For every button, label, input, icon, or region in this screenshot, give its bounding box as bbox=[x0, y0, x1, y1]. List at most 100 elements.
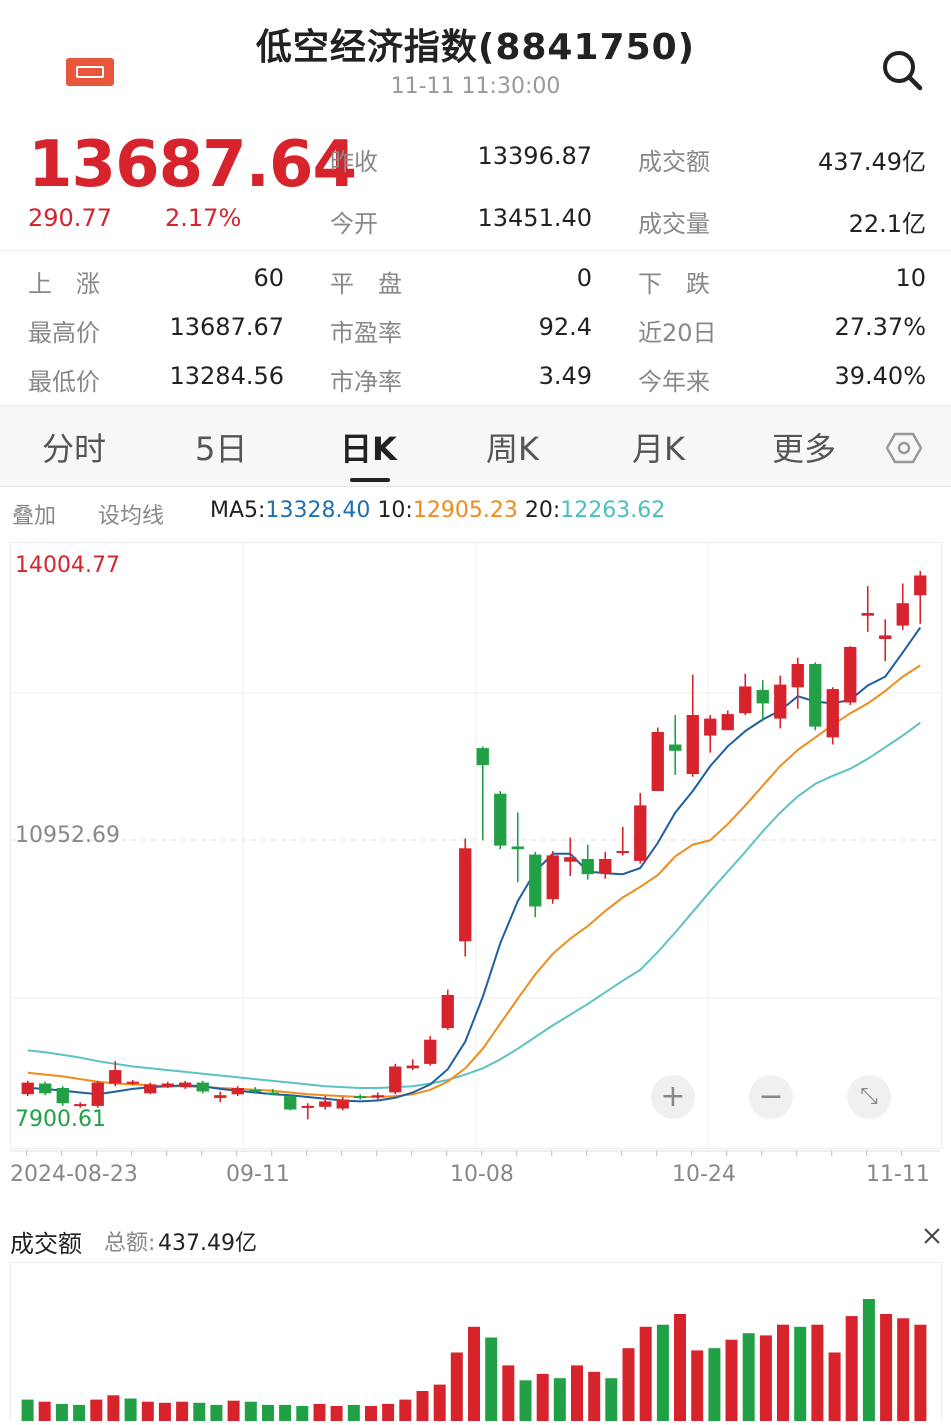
volume-bar bbox=[485, 1337, 498, 1421]
candle-body bbox=[109, 1070, 122, 1084]
volume-bar bbox=[708, 1348, 721, 1421]
volume-bar bbox=[158, 1402, 171, 1421]
volume-bar bbox=[21, 1399, 34, 1421]
volume-bar bbox=[862, 1299, 875, 1421]
candle-body bbox=[476, 748, 489, 766]
volume-bar bbox=[244, 1401, 257, 1421]
volume-bar bbox=[262, 1404, 274, 1421]
ma20-label: 20: bbox=[524, 498, 561, 523]
x-axis: 2024-08-23 09-11 10-08 10-24 11-11 bbox=[0, 1150, 951, 1200]
volume-value: 22.1亿 bbox=[848, 210, 926, 238]
volume-bar bbox=[107, 1395, 120, 1421]
volume-bar bbox=[296, 1406, 309, 1421]
candle-body bbox=[879, 635, 892, 639]
tab-daily-k[interactable]: 日K bbox=[340, 424, 397, 470]
candle-body bbox=[686, 715, 699, 774]
page-title: 低空经济指数(8841750) bbox=[255, 27, 696, 68]
volume-bar bbox=[73, 1404, 86, 1421]
candle-body bbox=[896, 603, 909, 626]
search-icon[interactable] bbox=[880, 48, 924, 92]
stat-label: 上 涨 bbox=[28, 270, 100, 298]
candle-body bbox=[914, 575, 927, 596]
candle-body bbox=[634, 805, 647, 861]
candle-body bbox=[91, 1082, 104, 1106]
candle-body bbox=[371, 1095, 384, 1098]
stat-value: 39.40% bbox=[834, 362, 926, 390]
volume-total-label: 总额: bbox=[104, 1231, 156, 1256]
stat-value: 13687.67 bbox=[169, 313, 284, 341]
candle-body bbox=[826, 689, 839, 738]
set-ma-button[interactable]: 设均线 bbox=[98, 498, 164, 530]
volume-bar bbox=[828, 1352, 841, 1421]
volume-bar bbox=[742, 1333, 755, 1421]
stat-label: 最高价 bbox=[28, 319, 100, 347]
current-price: 13687.64 bbox=[28, 128, 357, 202]
chart-period-tabs: 分时 5日 日K 周K 月K 更多 bbox=[0, 405, 951, 487]
ma5-value: 13328.40 bbox=[265, 498, 371, 523]
volume-bar bbox=[639, 1326, 652, 1421]
candle-body bbox=[844, 647, 857, 703]
candle-body bbox=[354, 1096, 367, 1099]
ma-values: MA5:13328.40 10:12905.23 20:12263.62 bbox=[210, 498, 665, 523]
open-label: 今开 bbox=[330, 210, 378, 238]
candle-body bbox=[56, 1088, 69, 1104]
candle-body bbox=[721, 714, 734, 731]
volume-bar bbox=[794, 1326, 807, 1421]
ma20-line bbox=[27, 721, 921, 1089]
candle-body bbox=[599, 859, 612, 874]
volume-bar bbox=[691, 1350, 704, 1421]
volume-title: 成交额 bbox=[10, 1230, 82, 1258]
stat-value: 0 bbox=[576, 264, 592, 292]
volume-bar bbox=[330, 1406, 343, 1421]
tab-5day[interactable]: 5日 bbox=[195, 424, 247, 470]
stat-label: 市净率 bbox=[330, 368, 402, 396]
stat-value: 13284.56 bbox=[169, 362, 284, 390]
volume-bar bbox=[38, 1401, 51, 1421]
volume-chart bbox=[10, 1262, 942, 1421]
tab-more[interactable]: 更多 bbox=[772, 424, 836, 470]
candle-body bbox=[564, 857, 577, 862]
volume-bar bbox=[416, 1391, 429, 1421]
x-label: 10-08 bbox=[450, 1162, 514, 1187]
candle-body bbox=[161, 1083, 174, 1088]
volume-label: 成交量 bbox=[638, 210, 710, 238]
quote-timestamp: 11-11 11:30:00 bbox=[390, 74, 561, 99]
close-icon[interactable] bbox=[918, 1222, 946, 1250]
volume-bar bbox=[468, 1326, 480, 1421]
candlestick-chart[interactable]: 14004.77 10952.69 7900.61 + − ⤡ bbox=[10, 542, 942, 1149]
candle-body bbox=[529, 854, 542, 907]
header-bar: 低空经济指数(8841750) 11-11 11:30:00 bbox=[0, 0, 951, 120]
fullscreen-icon[interactable]: ⤡ bbox=[847, 1075, 891, 1119]
volume-bar bbox=[382, 1403, 395, 1421]
candle-body bbox=[494, 793, 507, 846]
candle-body bbox=[546, 855, 559, 900]
zoom-out-button[interactable]: − bbox=[749, 1075, 793, 1119]
stat-label: 平 盘 bbox=[330, 270, 402, 298]
volume-header: 成交额 总额: 437.49亿 bbox=[0, 1222, 951, 1258]
volume-bar bbox=[227, 1400, 240, 1421]
zoom-in-button[interactable]: + bbox=[651, 1075, 695, 1119]
tab-monthly-k[interactable]: 月K bbox=[632, 424, 685, 470]
candle-body bbox=[249, 1089, 262, 1092]
candle-body bbox=[179, 1082, 192, 1088]
candle-body bbox=[21, 1082, 34, 1095]
candle-body bbox=[774, 684, 787, 719]
settings-hex-icon[interactable] bbox=[885, 432, 923, 464]
y-max-label: 14004.77 bbox=[15, 553, 120, 578]
ma-indicator-row: 叠加 设均线 MA5:13328.40 10:12905.23 20:12263… bbox=[0, 496, 951, 530]
volume-svg bbox=[21, 1299, 927, 1421]
overlay-button[interactable]: 叠加 bbox=[12, 498, 56, 530]
candle-body bbox=[739, 686, 752, 714]
tab-intraday[interactable]: 分时 bbox=[42, 424, 106, 470]
candle-body bbox=[144, 1084, 157, 1094]
ma5-line bbox=[27, 626, 922, 1103]
stat-value: 92.4 bbox=[538, 313, 592, 341]
volume-bar bbox=[279, 1404, 292, 1421]
candle-body bbox=[581, 859, 594, 875]
tab-weekly-k[interactable]: 周K bbox=[486, 424, 539, 470]
volume-bar bbox=[553, 1378, 566, 1421]
volume-bar bbox=[433, 1384, 446, 1421]
volume-bar bbox=[571, 1365, 583, 1421]
stat-value: 3.49 bbox=[538, 362, 592, 390]
stat-value: 10 bbox=[895, 264, 926, 292]
